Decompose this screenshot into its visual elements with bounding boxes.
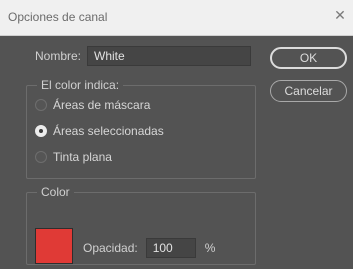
radio-label: Tinta plana: [53, 150, 112, 164]
opacity-label: Opacidad:: [83, 241, 138, 255]
radio-selected-areas[interactable]: Áreas seleccionadas: [35, 122, 164, 140]
radio-icon[interactable]: [35, 151, 47, 163]
close-icon[interactable]: ✕: [331, 6, 349, 24]
color-legend: Color: [41, 185, 70, 199]
ok-button[interactable]: OK: [270, 47, 347, 69]
color-indicates-group: El color indica: Áreas de máscara Áreas …: [26, 78, 256, 179]
radio-mask-areas[interactable]: Áreas de máscara: [35, 96, 150, 114]
name-label: Nombre:: [35, 49, 82, 63]
name-input[interactable]: [87, 46, 251, 66]
radio-icon[interactable]: [35, 99, 47, 111]
title-bar: Opciones de canal ✕: [0, 0, 353, 36]
dialog-title: Opciones de canal: [8, 10, 108, 24]
radio-spot-color[interactable]: Tinta plana: [35, 148, 112, 166]
radio-label: Áreas seleccionadas: [53, 124, 164, 138]
radio-icon[interactable]: [35, 125, 47, 137]
color-group: Color Opacidad: %: [26, 185, 256, 265]
opacity-row: Opacidad: %: [83, 237, 215, 259]
opacity-input[interactable]: [145, 238, 196, 258]
radio-label: Áreas de máscara: [53, 98, 151, 112]
name-row: Nombre:: [35, 45, 251, 67]
color-indicates-legend: El color indica:: [41, 78, 120, 92]
color-swatch[interactable]: [35, 228, 73, 264]
cancel-button[interactable]: Cancelar: [270, 80, 347, 102]
percent-unit: %: [204, 241, 216, 255]
